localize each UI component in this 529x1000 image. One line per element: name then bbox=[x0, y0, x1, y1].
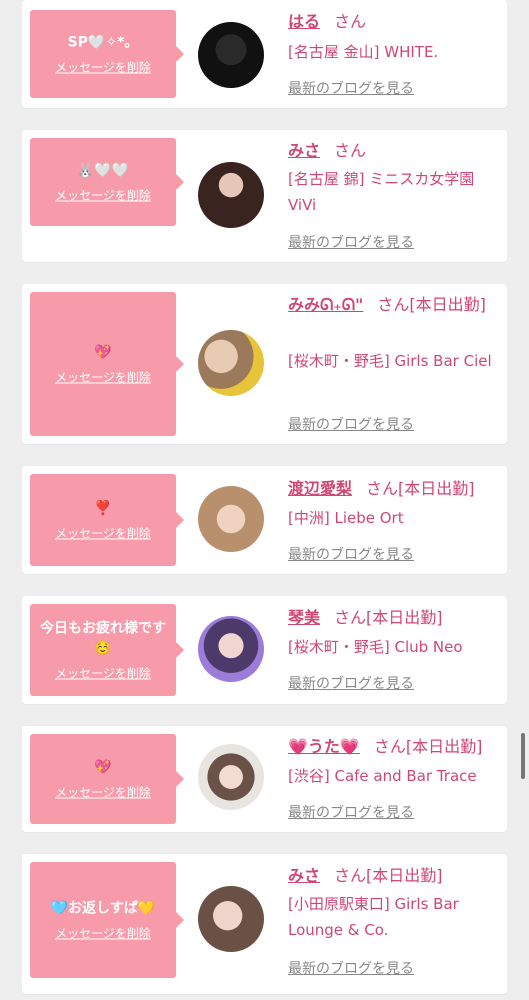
message-card: SP🤍✧*。 メッセージを削除 はる さん [名古屋 金山] WHITE. 最新の… bbox=[22, 0, 507, 108]
cast-name-link[interactable]: みさ bbox=[288, 866, 320, 885]
avatar[interactable] bbox=[198, 486, 264, 552]
message-text: ❣️ bbox=[94, 500, 112, 517]
latest-blog-link[interactable]: 最新のブログを見る bbox=[288, 414, 414, 434]
status-badge: [本日出勤] bbox=[409, 295, 486, 314]
honorific: さん bbox=[373, 737, 406, 756]
cast-name-link[interactable]: みみᘏ₊ᘏ" bbox=[288, 295, 363, 314]
shop-name: [桜木町・野毛] Club Neo bbox=[288, 638, 463, 656]
delete-message-link[interactable]: メッセージを削除 bbox=[55, 665, 151, 682]
latest-blog-link[interactable]: 最新のブログを見る bbox=[288, 958, 414, 978]
shop-name: [名古屋 錦] ミニスカ女学園ViVi bbox=[288, 170, 475, 214]
delete-message-link[interactable]: メッセージを削除 bbox=[55, 369, 151, 386]
message-text: 🐰🤍🤍 bbox=[76, 162, 130, 179]
message-card: 💖 メッセージを削除 みみᘏ₊ᘏ" さん[本日出勤] [桜木町・野毛] Girls… bbox=[22, 284, 507, 444]
message-bubble: SP🤍✧*。 メッセージを削除 bbox=[30, 10, 184, 98]
latest-blog-link[interactable]: 最新のブログを見る bbox=[288, 544, 414, 564]
shop-name: [中洲] Liebe Ort bbox=[288, 509, 404, 527]
latest-blog-link[interactable]: 最新のブログを見る bbox=[288, 232, 414, 252]
message-bubble: 🩵お返しすぱ💛 メッセージを削除 bbox=[30, 862, 184, 978]
delete-message-link[interactable]: メッセージを削除 bbox=[55, 59, 151, 76]
honorific: さん bbox=[334, 866, 367, 885]
avatar[interactable] bbox=[198, 744, 264, 810]
latest-blog-link[interactable]: 最新のブログを見る bbox=[288, 78, 414, 98]
delete-message-link[interactable]: メッセージを削除 bbox=[55, 525, 151, 542]
cast-name-link[interactable]: 琴美 bbox=[288, 608, 320, 627]
shop-name: [渋谷] Cafe and Bar Trace bbox=[288, 767, 477, 785]
status-badge: [本日出勤] bbox=[366, 608, 443, 627]
cast-name-link[interactable]: はる bbox=[288, 12, 320, 31]
message-card: 今日もお疲れ様です☺️ メッセージを削除 琴美 さん[本日出勤] [桜木町・野毛]… bbox=[22, 596, 507, 704]
message-text: 💖 bbox=[94, 759, 112, 776]
cast-name-link[interactable]: 💗うた💗 bbox=[288, 737, 360, 756]
honorific: さん bbox=[377, 295, 410, 314]
status-badge: [本日出勤] bbox=[398, 479, 475, 498]
honorific: さん bbox=[334, 608, 367, 627]
delete-message-link[interactable]: メッセージを削除 bbox=[55, 187, 151, 204]
message-card: 🐰🤍🤍 メッセージを削除 みさ さん [名古屋 錦] ミニスカ女学園ViVi 最新… bbox=[22, 130, 507, 262]
avatar[interactable] bbox=[198, 330, 264, 396]
status-badge: [本日出勤] bbox=[405, 737, 483, 756]
message-text: 今日もお疲れ様です☺️ bbox=[40, 620, 166, 657]
message-bubble: 💖 メッセージを削除 bbox=[30, 734, 184, 824]
shop-name: [名古屋 金山] WHITE. bbox=[288, 43, 439, 61]
cast-name-link[interactable]: 渡辺愛梨 bbox=[288, 479, 352, 498]
message-text: SP🤍✧*。 bbox=[67, 34, 139, 51]
delete-message-link[interactable]: メッセージを削除 bbox=[55, 925, 151, 942]
avatar[interactable] bbox=[198, 22, 264, 88]
scrollbar[interactable] bbox=[521, 733, 525, 779]
cast-name-link[interactable]: みさ bbox=[288, 141, 320, 160]
avatar[interactable] bbox=[198, 162, 264, 228]
message-bubble: 💖 メッセージを削除 bbox=[30, 292, 184, 436]
message-card: 🩵お返しすぱ💛 メッセージを削除 みさ さん[本日出勤] [小田原駅東口] Gir… bbox=[22, 854, 507, 994]
message-text: 💖 bbox=[94, 344, 112, 361]
honorific: さん bbox=[334, 141, 367, 160]
shop-name: [桜木町・野毛] Girls Bar Ciel bbox=[288, 352, 492, 370]
message-bubble: 今日もお疲れ様です☺️ メッセージを削除 bbox=[30, 604, 184, 696]
status-badge: [本日出勤] bbox=[366, 866, 443, 885]
latest-blog-link[interactable]: 最新のブログを見る bbox=[288, 673, 414, 693]
message-bubble: ❣️ メッセージを削除 bbox=[30, 474, 184, 566]
message-card: ❣️ メッセージを削除 渡辺愛梨 さん[本日出勤] [中洲] Liebe Ort … bbox=[22, 466, 507, 574]
message-card: 💖 メッセージを削除 💗うた💗 さん[本日出勤] [渋谷] Cafe and Ba… bbox=[22, 726, 507, 832]
honorific: さん bbox=[334, 12, 367, 31]
honorific: さん bbox=[366, 479, 399, 498]
avatar[interactable] bbox=[198, 616, 264, 682]
message-text: 🩵お返しすぱ💛 bbox=[50, 900, 156, 917]
message-bubble: 🐰🤍🤍 メッセージを削除 bbox=[30, 138, 184, 226]
delete-message-link[interactable]: メッセージを削除 bbox=[55, 784, 151, 801]
latest-blog-link[interactable]: 最新のブログを見る bbox=[288, 802, 414, 822]
avatar[interactable] bbox=[198, 886, 264, 952]
shop-name: [小田原駅東口] Girls Bar Lounge & Co. bbox=[288, 895, 459, 939]
